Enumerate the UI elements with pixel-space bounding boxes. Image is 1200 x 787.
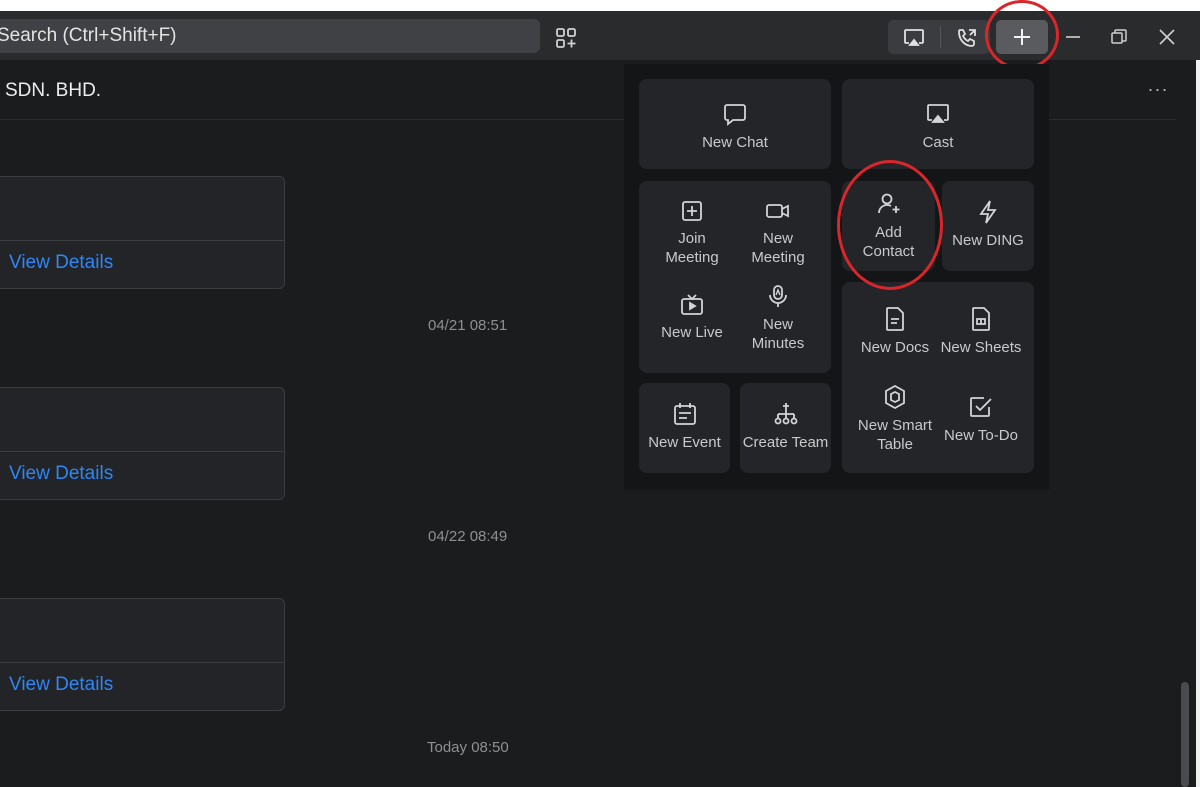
view-details-link[interactable]: View Details bbox=[9, 674, 113, 696]
menu-item-label: New DING bbox=[952, 232, 1024, 249]
tile-meetings-group: Join Meeting New Meeting New Live New Mi… bbox=[639, 181, 831, 373]
message-card: View Details bbox=[0, 176, 285, 289]
tile-new-chat[interactable]: New Chat bbox=[639, 79, 831, 169]
calendar-icon bbox=[673, 403, 696, 425]
team-structure-icon bbox=[774, 403, 797, 425]
apps-add-icon[interactable] bbox=[552, 24, 580, 52]
menu-item-new-docs[interactable]: New Docs bbox=[852, 306, 938, 357]
chat-title: SDN. BHD. bbox=[5, 80, 102, 101]
menu-item-new-sheets[interactable]: New Sheets bbox=[938, 306, 1024, 357]
window-right-edge bbox=[1196, 60, 1200, 787]
message-timestamp: 04/21 08:51 bbox=[428, 317, 508, 334]
menu-item-label: Create Team bbox=[742, 434, 829, 451]
create-menu-panel: New Chat Cast Join Meeting New Meeting N… bbox=[624, 64, 1049, 490]
view-details-link[interactable]: View Details bbox=[9, 252, 113, 274]
search-placeholder: Search (Ctrl+Shift+F) bbox=[0, 25, 177, 46]
video-camera-icon bbox=[766, 204, 789, 218]
spreadsheet-icon bbox=[972, 307, 990, 331]
screen-cast-icon[interactable] bbox=[900, 24, 928, 52]
menu-item-cast[interactable]: Cast bbox=[842, 101, 1034, 152]
restore-icon[interactable] bbox=[1108, 26, 1130, 48]
menu-item-new-live[interactable]: New Live bbox=[649, 293, 735, 342]
menu-item-label: New Sheets bbox=[940, 339, 1022, 356]
message-card: View Details bbox=[0, 387, 285, 500]
cast-icon bbox=[927, 104, 949, 123]
smart-table-cube-icon bbox=[885, 384, 905, 410]
menu-item-new-event[interactable]: New Event bbox=[639, 401, 730, 452]
search-input[interactable]: Search (Ctrl+Shift+F) bbox=[0, 19, 540, 53]
menu-item-label: Cast bbox=[922, 134, 954, 151]
menu-item-create-team[interactable]: Create Team bbox=[740, 401, 831, 452]
view-details-link[interactable]: View Details bbox=[9, 463, 113, 485]
menu-item-label: New Meeting bbox=[751, 230, 805, 266]
tile-new-ding[interactable]: New DING bbox=[942, 181, 1034, 271]
join-meeting-icon bbox=[682, 201, 702, 221]
message-timestamp: Today 08:50 bbox=[427, 739, 509, 756]
menu-item-new-ding[interactable]: New DING bbox=[942, 199, 1034, 250]
lightning-icon bbox=[979, 200, 997, 224]
more-options-icon[interactable]: ··· bbox=[1146, 80, 1170, 102]
minutes-microphone-icon bbox=[769, 285, 787, 307]
menu-item-label: New To-Do bbox=[944, 427, 1018, 444]
annotation-circle-add-contact bbox=[837, 160, 943, 290]
card-divider bbox=[0, 240, 284, 241]
card-divider bbox=[0, 451, 284, 452]
tile-new-event[interactable]: New Event bbox=[639, 383, 730, 473]
minimize-icon[interactable] bbox=[1062, 26, 1084, 48]
scrollbar-thumb[interactable] bbox=[1181, 682, 1189, 787]
message-card: View Details bbox=[0, 598, 285, 711]
menu-item-label: New Docs bbox=[860, 339, 930, 356]
menu-item-new-smart-table[interactable]: New Smart Table bbox=[852, 384, 938, 454]
chat-bubble-icon bbox=[724, 104, 746, 126]
tile-docs-group: New Docs New Sheets New Smart Table New … bbox=[842, 282, 1034, 473]
checkbox-todo-icon bbox=[970, 397, 992, 417]
card-divider bbox=[0, 662, 284, 663]
menu-item-label: New Live bbox=[661, 324, 723, 341]
menu-item-join-meeting[interactable]: Join Meeting bbox=[649, 199, 735, 267]
menu-item-new-chat[interactable]: New Chat bbox=[639, 101, 831, 152]
menu-item-label: Join Meeting bbox=[665, 230, 719, 266]
document-icon bbox=[886, 307, 904, 331]
toolbar-separator bbox=[940, 26, 941, 48]
tile-cast[interactable]: Cast bbox=[842, 79, 1034, 169]
menu-item-label: New Event bbox=[648, 434, 721, 451]
menu-item-new-minutes[interactable]: New Minutes bbox=[735, 283, 821, 353]
menu-item-new-meeting[interactable]: New Meeting bbox=[735, 199, 821, 267]
message-timestamp: 04/22 08:49 bbox=[428, 528, 508, 545]
phone-call-icon[interactable] bbox=[953, 24, 981, 52]
live-tv-icon bbox=[681, 294, 703, 315]
menu-item-label: New Minutes bbox=[751, 316, 805, 352]
menu-item-label: New Chat bbox=[702, 134, 768, 151]
menu-item-new-todo[interactable]: New To-Do bbox=[938, 394, 1024, 445]
menu-item-label: New Smart Table bbox=[857, 417, 933, 453]
close-icon[interactable] bbox=[1156, 26, 1178, 48]
tile-create-team[interactable]: Create Team bbox=[740, 383, 831, 473]
